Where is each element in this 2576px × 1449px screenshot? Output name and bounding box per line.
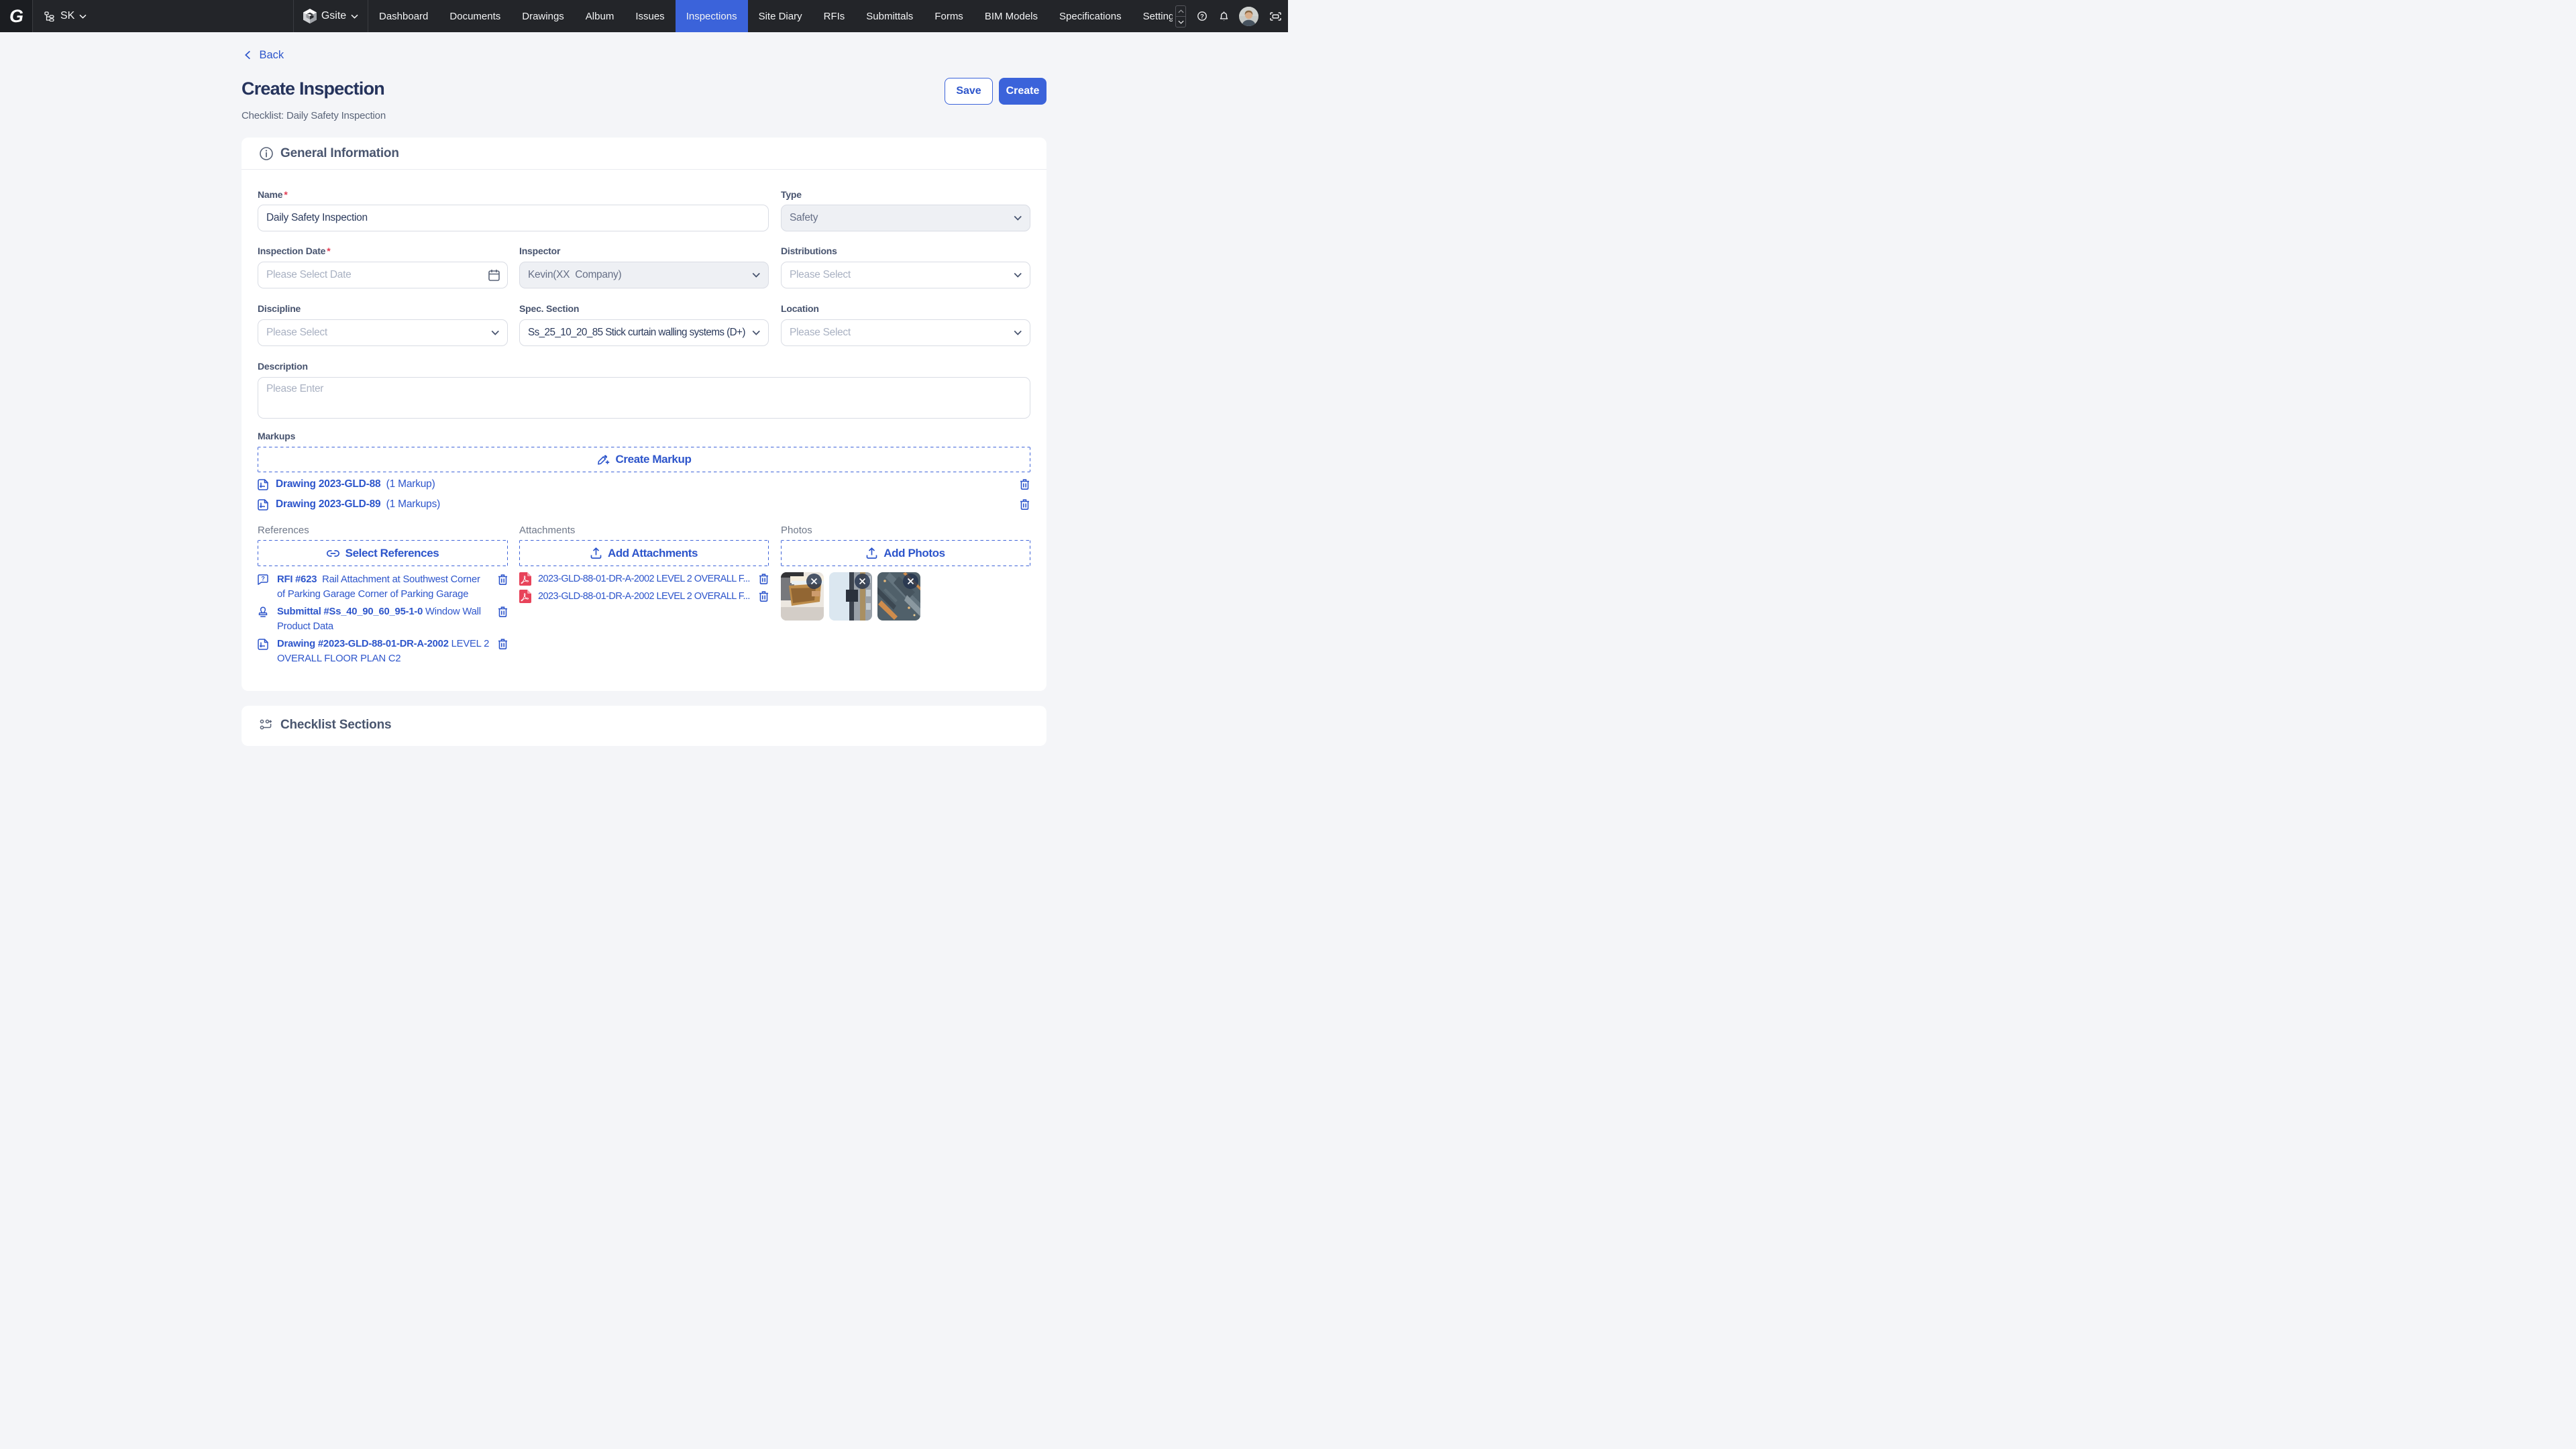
svg-text:?: ? xyxy=(261,576,264,582)
svg-text:?: ? xyxy=(1200,13,1204,19)
